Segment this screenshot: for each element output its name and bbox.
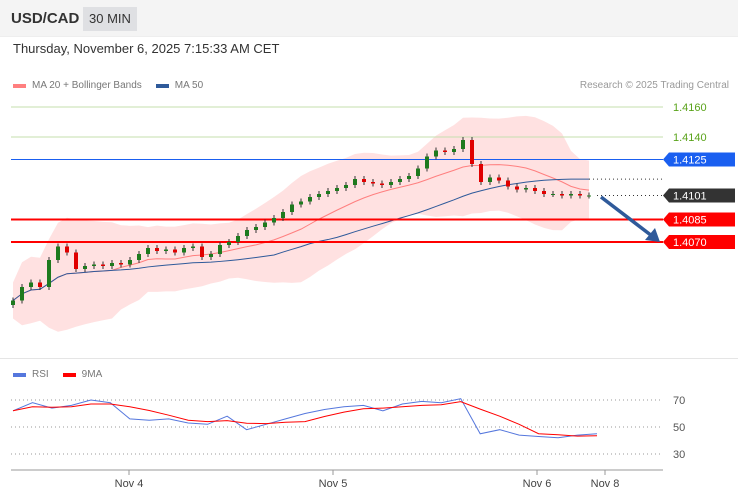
candle-body xyxy=(128,260,132,265)
candle-body xyxy=(290,204,294,212)
price-chart[interactable]: 1.4160 1.4140 1.4125 1.4101 1.4085 1.4070 70 50… xyxy=(0,0,738,500)
candle-body xyxy=(542,191,546,194)
candle-body xyxy=(164,249,168,251)
level-label: 1.4125 xyxy=(673,155,707,167)
level-label: 1.4101 xyxy=(673,191,707,203)
candle-body xyxy=(452,149,456,152)
candle-body xyxy=(236,236,240,242)
candle-body xyxy=(173,249,177,253)
candle-body xyxy=(497,177,501,181)
candle-body xyxy=(74,252,78,269)
candle-body xyxy=(578,194,582,196)
candle-body xyxy=(182,248,186,253)
candle-body xyxy=(560,194,564,196)
candle-body xyxy=(470,140,474,164)
candle-body xyxy=(569,194,573,196)
candle-body xyxy=(344,185,348,188)
candle-body xyxy=(155,248,159,251)
candle-body xyxy=(488,177,492,182)
candle-body xyxy=(56,246,60,260)
x-tick-label: Nov 8 xyxy=(591,478,620,490)
forecast-arrowhead xyxy=(645,228,660,242)
rsi-ma-line xyxy=(12,401,598,437)
candle-body xyxy=(65,246,69,253)
candle-body xyxy=(254,227,258,230)
candle-body xyxy=(416,168,420,176)
candle-body xyxy=(29,282,33,287)
candle-body xyxy=(20,287,24,301)
candle-body xyxy=(434,150,438,157)
candle-body xyxy=(551,194,555,195)
candle-body xyxy=(83,266,87,269)
bollinger-band xyxy=(13,115,589,332)
candle-body xyxy=(146,248,150,254)
candle-body xyxy=(137,254,141,260)
rsi-level-label: 70 xyxy=(673,395,685,407)
rsi-level-label: 30 xyxy=(673,449,685,461)
candle-body xyxy=(506,180,510,187)
candle-body xyxy=(425,156,429,169)
candle-body xyxy=(218,245,222,254)
forecast-arrow xyxy=(599,195,654,238)
candle-body xyxy=(335,188,339,191)
level-label: 1.4070 xyxy=(673,237,707,249)
candle-body xyxy=(101,264,105,266)
candle-body xyxy=(281,212,285,218)
candle-body xyxy=(272,218,276,223)
level-label: 1.4085 xyxy=(673,215,707,227)
candle-body xyxy=(407,176,411,179)
x-tick-label: Nov 6 xyxy=(523,478,552,490)
x-tick-label: Nov 4 xyxy=(115,478,144,490)
level-label: 1.4160 xyxy=(673,102,707,114)
candle-body xyxy=(47,260,51,287)
candle-body xyxy=(245,230,249,236)
candle-body xyxy=(38,282,42,287)
candle-body xyxy=(11,300,15,305)
x-tick-label: Nov 5 xyxy=(319,478,348,490)
candle-body xyxy=(209,254,213,257)
candle-body xyxy=(227,242,231,245)
candle-body xyxy=(587,195,591,197)
candle-body xyxy=(200,246,204,257)
candle-body xyxy=(191,246,195,248)
candle-body xyxy=(299,201,303,205)
candle-body xyxy=(389,182,393,185)
candle-body xyxy=(326,191,330,194)
candle-body xyxy=(110,263,114,266)
candle-body xyxy=(443,150,447,152)
candle-body xyxy=(362,179,366,182)
candle-body xyxy=(461,140,465,149)
candle-body xyxy=(479,164,483,182)
candle-body xyxy=(524,188,528,190)
candle-body xyxy=(515,186,519,190)
candle-body xyxy=(380,183,384,185)
rsi-level-label: 50 xyxy=(673,422,685,434)
candle-body xyxy=(371,182,375,184)
candle-body xyxy=(308,197,312,202)
candle-body xyxy=(317,194,321,197)
candle-body xyxy=(353,179,357,185)
candle-body xyxy=(398,179,402,182)
level-label: 1.4140 xyxy=(673,132,707,144)
candle-body xyxy=(119,263,123,265)
candle-body xyxy=(533,188,537,191)
candle-body xyxy=(263,222,267,227)
candle-body xyxy=(92,264,96,266)
